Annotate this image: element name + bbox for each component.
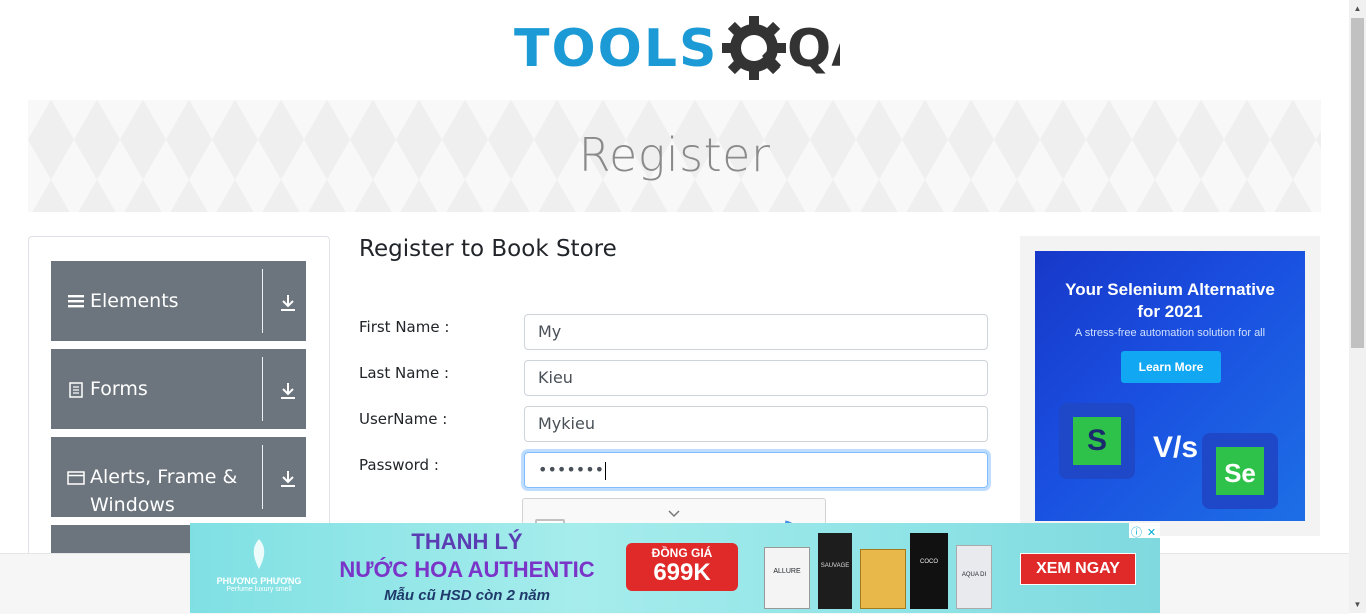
versus-label: V/s (1153, 431, 1199, 464)
logo-text-qa: QA (787, 19, 840, 79)
nav-group-forms[interactable]: Forms (51, 349, 306, 429)
divider (262, 269, 263, 333)
toolsqa-logo[interactable]: TOOLS QA (514, 14, 871, 92)
window-icon (67, 471, 85, 485)
learn-more-button[interactable]: Learn More (1121, 351, 1221, 383)
gear-icon (722, 16, 786, 80)
download-arrow-icon[interactable] (277, 292, 299, 314)
ad-line-1: THANH LÝ (411, 529, 523, 554)
password-label: Password : (359, 456, 439, 474)
username-label: UserName : (359, 410, 448, 428)
first-name-input[interactable]: My (524, 314, 988, 350)
last-name-label: Last Name : (359, 364, 450, 382)
ad-line-3: Mẫu cũ HSD còn 2 năm (384, 587, 550, 604)
close-icon[interactable]: ✕ (1144, 526, 1159, 541)
password-input[interactable]: ••••••• (524, 452, 988, 488)
page-banner: Register (28, 100, 1321, 212)
nav-group-label: Alerts, Frame & Windows (90, 466, 238, 516)
password-value: ••••••• (538, 460, 605, 479)
selenium-logo: Se (1202, 433, 1278, 509)
document-icon (69, 382, 83, 398)
last-name-input[interactable]: Kieu (524, 360, 988, 396)
ad-line-2: NƯỚC HOA AUTHENTIC (339, 557, 595, 582)
perfume-brand-logo: PHƯƠNG PHƯƠNG Perfume luxury smell (204, 537, 314, 607)
price-badge: ĐỒNG GIÁ 699K (626, 543, 738, 591)
download-arrow-icon[interactable] (277, 468, 299, 490)
scrollbar-thumb[interactable] (1351, 18, 1364, 348)
scroll-down-arrow-icon[interactable]: ▼ (1349, 596, 1366, 613)
ad-headline: Your Selenium Alternative (1065, 280, 1275, 299)
text-caret (605, 461, 607, 480)
nav-group-alerts-frame-windows[interactable]: Alerts, Frame & Windows (51, 437, 306, 517)
right-advertisement[interactable]: Your Selenium Alternative for 2021 A str… (1020, 236, 1320, 536)
divider (262, 445, 263, 509)
vertical-scrollbar[interactable]: ▲ ▼ (1349, 0, 1366, 613)
download-arrow-icon[interactable] (277, 380, 299, 402)
logo-text-tools: TOOLS (514, 19, 718, 79)
ad-creative[interactable]: Your Selenium Alternative for 2021 A str… (1035, 251, 1305, 521)
hamburger-icon (68, 295, 84, 308)
perfume-bottles: ALLURE SAUVAGE COCO AQUA DI (764, 527, 1000, 611)
chevron-down-icon (668, 510, 680, 518)
nav-group-label: Elements (90, 290, 179, 312)
ad-info-icon[interactable]: ⓘ (1129, 526, 1144, 541)
perfume-bottle-icon (253, 539, 265, 569)
nav-group-elements[interactable]: Elements (51, 261, 306, 341)
xem-ngay-button[interactable]: XEM NGAY (1020, 553, 1136, 585)
scroll-up-arrow-icon[interactable]: ▲ (1349, 0, 1366, 17)
katalon-logo: S (1059, 403, 1135, 479)
left-navigation: Elements Forms Alerts, Frame & Windows (28, 236, 330, 568)
form-title: Register to Book Store (359, 236, 617, 262)
ad-controls: ⓘ ✕ (1129, 523, 1160, 541)
ad-subline: A stress-free automation solution for al… (1074, 327, 1266, 339)
bottom-advertisement[interactable]: PHƯƠNG PHƯƠNG Perfume luxury smell THANH… (190, 523, 1160, 613)
ad-headline-2: for 2021 (1137, 302, 1203, 321)
username-input[interactable]: Mykieu (524, 406, 988, 442)
page-title: Register (578, 128, 771, 182)
divider (262, 357, 263, 421)
nav-group-label: Forms (90, 378, 148, 400)
first-name-label: First Name : (359, 318, 450, 336)
